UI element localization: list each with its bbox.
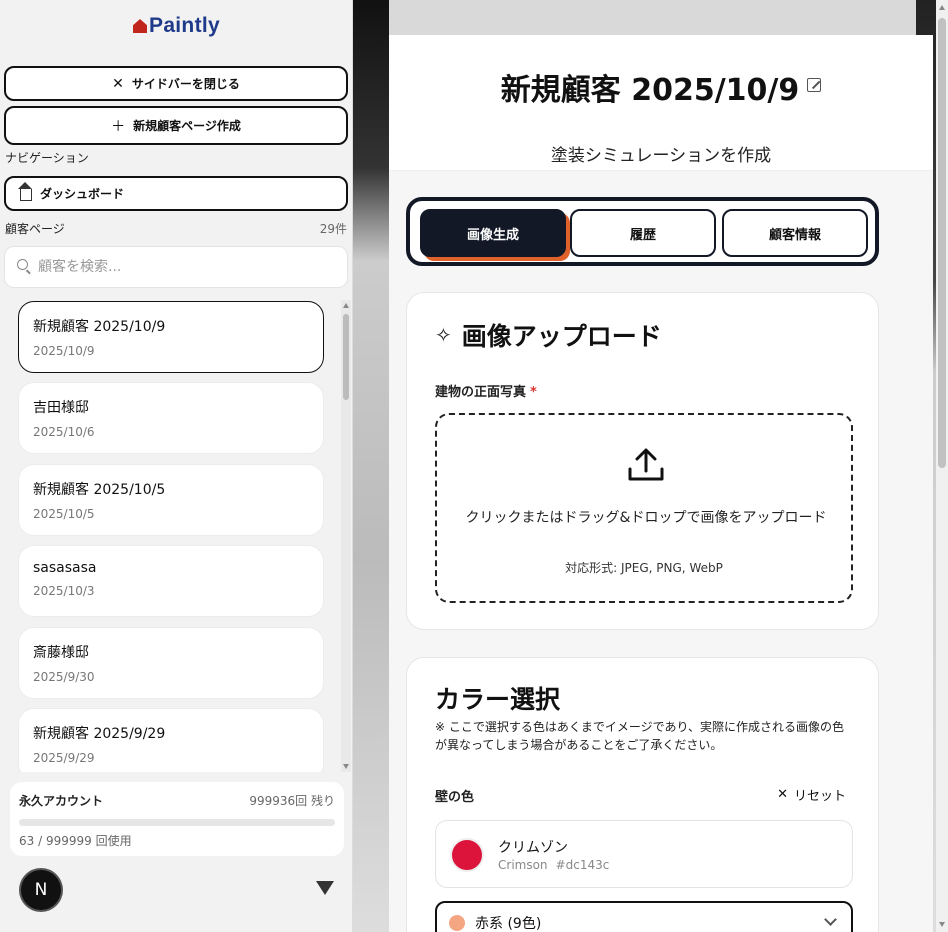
customer-date: 2025/10/3 xyxy=(33,584,95,598)
nav-section-label: ナビゲーション xyxy=(5,151,89,165)
color-group-select[interactable]: 赤系 (9色) xyxy=(435,901,853,932)
account-panel: 永久アカウント 999936回 残り 63 / 999999 回使用 xyxy=(10,782,344,856)
customer-search-input[interactable] xyxy=(38,259,318,275)
customer-name: sasasasa xyxy=(33,560,97,576)
background-image xyxy=(353,0,389,932)
customer-list-scrollbar[interactable] xyxy=(341,300,351,772)
tab-history[interactable]: 履歴 xyxy=(570,209,716,257)
account-remaining: 999936回 残り xyxy=(249,794,335,808)
page-header: 新規顧客 2025/10/9 塗装シミュレーションを作成 xyxy=(389,35,933,171)
customer-item[interactable]: 新規顧客 2025/9/29 2025/9/29 xyxy=(18,708,324,772)
upload-card-title: ✧ 画像アップロード xyxy=(435,322,662,351)
color-card: カラー選択 ※ ここで選択する色はあくまでイメージであり、実際に作成される画像の… xyxy=(406,657,879,932)
settings-toggle-icon[interactable] xyxy=(316,881,334,895)
tab-image-generation[interactable]: 画像生成 xyxy=(420,209,566,257)
color-card-title: カラー選択 xyxy=(435,685,561,714)
color-name: クリムゾン xyxy=(498,840,568,856)
close-sidebar-label: サイドバーを閉じる xyxy=(131,77,240,91)
customer-search xyxy=(4,246,348,288)
color-note: ※ ここで選択する色はあくまでイメージであり、実際に作成される画像の色が異なって… xyxy=(435,720,845,752)
sparkle-icon: ✧ xyxy=(435,323,452,347)
color-english-name: Crimson xyxy=(498,858,548,872)
new-customer-page-button[interactable]: ＋ 新規顧客ページ作成 xyxy=(4,106,348,145)
selected-color[interactable]: クリムゾン Crimson #dc143c xyxy=(435,820,853,888)
color-group-dot xyxy=(449,915,465,931)
customer-list: 新規顧客 2025/10/9 2025/10/9 吉田様邸 2025/10/6 … xyxy=(0,296,340,772)
house-logo-icon xyxy=(133,19,148,33)
facade-photo-label: 建物の正面写真 * xyxy=(435,385,537,400)
scroll-down-icon[interactable] xyxy=(939,922,945,927)
wall-color-label: 壁の色 xyxy=(435,790,475,805)
customer-name: 新規顧客 2025/10/5 xyxy=(33,482,166,498)
usage-bar xyxy=(19,819,335,826)
chevron-down-icon xyxy=(824,913,837,926)
dashboard-label: ダッシュボード xyxy=(40,187,125,201)
page-title: 新規顧客 2025/10/9 xyxy=(389,65,933,109)
search-icon xyxy=(17,258,28,270)
customer-date: 2025/9/29 xyxy=(33,751,95,765)
image-dropzone[interactable]: クリックまたはドラッグ&ドロップで画像をアップロード 対応形式: JPEG, P… xyxy=(435,413,853,603)
scroll-up-icon[interactable] xyxy=(939,5,945,10)
avatar[interactable]: N xyxy=(21,870,61,910)
customer-name: 吉田様邸 xyxy=(33,400,89,416)
account-used: 63 / 999999 回使用 xyxy=(19,834,132,848)
customer-date: 2025/9/30 xyxy=(33,670,95,684)
customer-date: 2025/10/5 xyxy=(33,507,95,521)
customer-name: 新規顧客 2025/10/9 xyxy=(33,319,166,335)
customer-count: 29件 xyxy=(319,222,347,236)
upload-card: ✧ 画像アップロード 建物の正面写真 * クリックまたはドラッグ&ドロップで画像を… xyxy=(406,292,879,630)
customer-item[interactable]: 新規顧客 2025/10/5 2025/10/5 xyxy=(18,464,324,536)
content-sheet: 新規顧客 2025/10/9 塗装シミュレーションを作成 画像生成 履歴 顧客情… xyxy=(389,35,933,932)
new-customer-page-label: 新規顧客ページ作成 xyxy=(133,119,241,133)
dropzone-formats: 対応形式: JPEG, PNG, WebP xyxy=(565,561,723,575)
customer-item[interactable]: 新規顧客 2025/10/9 2025/10/9 xyxy=(18,301,324,373)
app-logo[interactable]: Paintly xyxy=(0,14,353,38)
reset-button[interactable]: ✕ リセット xyxy=(777,785,846,804)
plus-icon: ＋ xyxy=(111,118,126,135)
account-title: 永久アカウント xyxy=(19,794,104,808)
customer-section-label: 顧客ページ xyxy=(5,222,65,236)
customer-item[interactable]: 斎藤様邸 2025/9/30 xyxy=(18,627,324,699)
upload-icon xyxy=(628,448,664,481)
customer-item[interactable]: sasasasa 2025/10/3 xyxy=(18,545,324,617)
page-subtitle: 塗装シミュレーションを作成 xyxy=(550,146,772,166)
close-sidebar-button[interactable]: ✕ サイドバーを閉じる xyxy=(4,66,348,101)
page-scrollbar[interactable] xyxy=(936,0,948,932)
customer-name: 新規顧客 2025/9/29 xyxy=(33,726,166,742)
scrollbar-thumb[interactable] xyxy=(343,314,349,400)
color-meta: Crimson #dc143c xyxy=(498,858,609,872)
sidebar: Paintly ✕ サイドバーを閉じる ＋ 新規顧客ページ作成 ナビゲーション … xyxy=(0,0,353,932)
customer-date: 2025/10/6 xyxy=(33,425,95,439)
edit-icon[interactable] xyxy=(807,78,822,92)
customer-item[interactable]: 吉田様邸 2025/10/6 xyxy=(18,382,324,454)
scroll-down-icon[interactable] xyxy=(343,764,349,769)
tab-bar: 画像生成 履歴 顧客情報 xyxy=(406,197,879,266)
tab-customer-info[interactable]: 顧客情報 xyxy=(722,209,868,257)
color-group-label: 赤系 (9色) xyxy=(475,916,542,932)
customer-name: 斎藤様邸 xyxy=(33,645,89,661)
close-icon: ✕ xyxy=(777,787,788,802)
scroll-up-icon[interactable] xyxy=(343,303,349,308)
scrollbar-thumb[interactable] xyxy=(938,18,946,468)
dashboard-button[interactable]: ダッシュボード xyxy=(4,176,348,211)
home-icon xyxy=(18,182,32,201)
required-mark: * xyxy=(530,385,537,400)
close-icon: ✕ xyxy=(112,75,124,92)
reset-label: リセット xyxy=(793,789,846,804)
color-swatch xyxy=(450,838,484,872)
color-hex: #dc143c xyxy=(555,858,610,872)
main-area: 新規顧客 2025/10/9 塗装シミュレーションを作成 画像生成 履歴 顧客情… xyxy=(353,0,948,932)
customer-date: 2025/10/9 xyxy=(33,344,95,358)
dropzone-instruction: クリックまたはドラッグ&ドロップで画像をアップロード xyxy=(465,510,827,526)
